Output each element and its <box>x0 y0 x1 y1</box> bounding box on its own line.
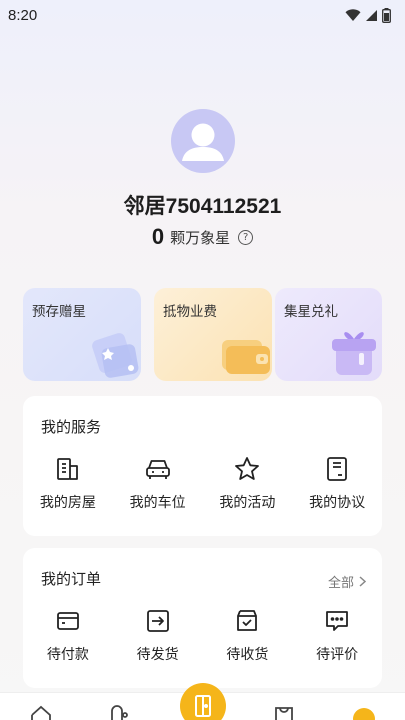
chevron-right-icon <box>359 576 366 587</box>
service-my-activities[interactable]: 我的活动 <box>203 456 293 512</box>
order-label: 待收货 <box>226 647 269 663</box>
promo-label: 预存赠星 <box>32 304 86 320</box>
gift-box-illustration-icon <box>332 332 376 375</box>
promo-label: 抵物业费 <box>163 304 217 320</box>
my-orders-section: 我的订单 全部 待付款 待发货 待收货 待评价 <box>23 548 382 688</box>
order-label: 待付款 <box>46 647 89 663</box>
section-title: 我的订单 <box>41 570 102 588</box>
service-my-house[interactable]: 我的房屋 <box>23 456 113 512</box>
stars-row: 0 颗万象星 ? <box>0 224 405 250</box>
wifi-icon <box>345 8 361 21</box>
wallet-illustration-icon <box>222 340 270 374</box>
promo-card-prepay-stars[interactable]: 预存赠星 <box>23 288 141 381</box>
avatar[interactable] <box>171 109 235 173</box>
service-my-parking[interactable]: 我的车位 <box>113 456 203 512</box>
comment-icon <box>326 611 349 631</box>
stars-count: 0 <box>151 224 165 249</box>
help-icon[interactable]: ? <box>238 229 254 245</box>
order-pending-shipment[interactable]: 待发货 <box>113 608 203 664</box>
promo-card-offset-fees[interactable]: 抵物业费 <box>154 288 272 381</box>
service-label: 我的车位 <box>129 495 186 511</box>
receive-box-icon <box>237 610 258 631</box>
stars-label: 颗万象星 <box>170 228 231 247</box>
building-icon <box>56 458 78 480</box>
service-my-agreements[interactable]: 我的协议 <box>292 456 382 512</box>
service-label: 我的协议 <box>309 495 366 511</box>
wallet-icon <box>56 612 79 630</box>
home-icon[interactable] <box>30 705 52 720</box>
service-label: 我的房屋 <box>39 495 96 511</box>
order-pending-receipt[interactable]: 待收货 <box>203 608 293 664</box>
services-grid: 我的房屋 我的车位 我的活动 我的协议 <box>23 456 382 512</box>
user-silhouette-icon <box>182 123 224 161</box>
my-services-section: 我的服务 我的房屋 我的车位 我的活动 我的协议 <box>23 396 382 536</box>
center-door-button[interactable] <box>180 683 226 720</box>
promo-label: 集星兑礼 <box>284 304 338 320</box>
status-icons <box>345 7 391 23</box>
door-icon <box>195 695 211 717</box>
status-bar: 8:20 <box>0 0 405 30</box>
view-all-orders-link[interactable]: 全部 <box>328 572 366 591</box>
car-icon <box>145 460 170 479</box>
signal-icon <box>366 9 377 21</box>
view-all-label: 全部 <box>327 576 354 591</box>
battery-icon <box>382 7 391 23</box>
orders-grid: 待付款 待发货 待收货 待评价 <box>23 608 382 664</box>
order-pending-review[interactable]: 待评价 <box>292 608 382 664</box>
ship-out-icon <box>146 610 169 632</box>
wallet-gift-illustration-icon <box>92 333 139 378</box>
order-pending-payment[interactable]: 待付款 <box>23 608 113 664</box>
status-time: 8:20 <box>8 6 38 24</box>
services-tab-icon[interactable] <box>108 705 130 720</box>
order-label: 待发货 <box>136 647 179 663</box>
order-label: 待评价 <box>316 647 359 663</box>
section-title: 我的服务 <box>41 418 102 436</box>
document-icon <box>327 457 348 481</box>
username: 邻居7504112521 <box>123 195 282 218</box>
service-label: 我的活动 <box>219 495 276 511</box>
promo-card-redeem-gifts[interactable]: 集星兑礼 <box>275 288 382 381</box>
star-icon <box>235 457 260 480</box>
mall-bag-icon[interactable] <box>273 705 295 720</box>
